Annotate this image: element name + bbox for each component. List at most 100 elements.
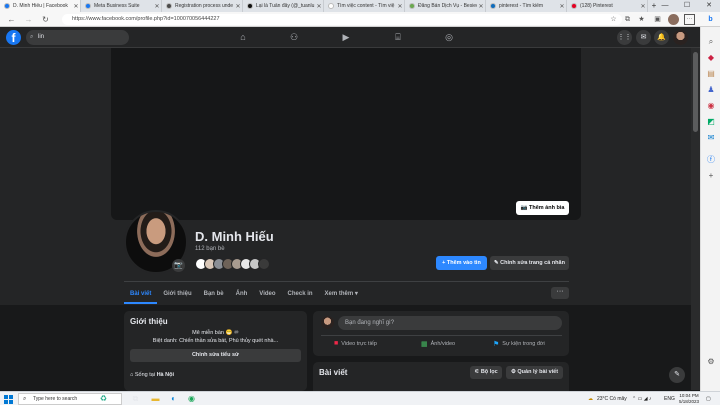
avatar[interactable] [321, 316, 334, 329]
whats-on-your-mind-input[interactable]: Bạn đang nghĩ gì? [338, 316, 562, 330]
tag-icon[interactable]: ◆ [706, 53, 716, 63]
file-explorer-icon[interactable]: ▬ [150, 393, 161, 404]
page-scrollbar[interactable] [691, 48, 700, 390]
notification-icon[interactable]: ▢ [706, 393, 711, 405]
tab-label: (128) Pinterest [580, 3, 613, 9]
tab-close-icon[interactable]: ✕ [477, 3, 485, 10]
browser-tab[interactable]: (128) Pinterest ✕ [567, 0, 648, 12]
more-options-button[interactable]: ··· [551, 287, 569, 299]
profile-tab[interactable]: Giới thiệu [157, 286, 197, 304]
profile-tab[interactable]: Check in [282, 286, 319, 304]
task-view-icon[interactable]: ⧉ [130, 393, 141, 404]
refresh-icon[interactable]: ↻ [40, 14, 51, 25]
browser-tab[interactable]: Lại là Tuấn đây (@_tuanlu ✕ [243, 0, 324, 12]
facebook-icon[interactable]: ⓕ [706, 155, 716, 165]
notifications-icon[interactable]: 🔔 [654, 30, 669, 45]
window-controls: — ☐ ✕ [654, 0, 720, 12]
collections-icon[interactable]: ▣ [652, 14, 663, 25]
groups-icon[interactable]: ◎ [443, 31, 455, 43]
games-icon[interactable]: ◉ [706, 101, 716, 111]
recycle-icon[interactable]: ♻ [98, 393, 109, 404]
friend-avatar[interactable] [258, 258, 270, 270]
tab-close-icon[interactable]: ✕ [558, 3, 566, 10]
tab-label: Đăng Bán Dịch Vụ - Besiec [418, 3, 477, 9]
chrome-icon[interactable]: ◉ [186, 393, 197, 404]
edit-bio-button[interactable]: Chỉnh sửa tiểu sử [130, 349, 301, 362]
live-video-button[interactable]: ■ Video trực tiếp [334, 340, 377, 347]
extensions-icon[interactable]: ⧉ [622, 14, 633, 25]
new-message-icon[interactable]: ✎ [669, 367, 685, 383]
weather-icon[interactable]: ☁ [588, 393, 593, 405]
minimize-icon[interactable]: — [654, 0, 676, 12]
tab-close-icon[interactable]: ✕ [639, 3, 647, 10]
browser-tab-bar: D. Minh Hiếu | Facebook ✕ Meta Business Su… [0, 0, 720, 12]
people-icon[interactable]: ♟ [706, 85, 716, 95]
friend-avatars[interactable] [195, 258, 270, 270]
language-indicator[interactable]: ENG [664, 393, 675, 405]
browser-tab[interactable]: Tìm việc content - Tìm việ ✕ [324, 0, 405, 12]
lives-in: ⌂ Sống tại Hà Nội [130, 372, 174, 378]
maximize-icon[interactable]: ☐ [676, 0, 698, 12]
tab-close-icon[interactable]: ✕ [396, 3, 404, 10]
browser-tab[interactable]: Registration process unde ✕ [162, 0, 243, 12]
profile-tab[interactable]: Bài viết [124, 286, 158, 304]
tab-favicon-icon [4, 3, 10, 9]
browser-tab[interactable]: Meta Business Suite ✕ [81, 0, 162, 12]
tray-icons[interactable]: ⌃ ▭ ◢ ♪ [632, 393, 651, 405]
profile-tab[interactable]: Ảnh [230, 286, 254, 304]
cover-photo[interactable] [111, 48, 581, 220]
clock[interactable]: 10:04 PM 5/18/2023 [676, 393, 702, 405]
browser-tab[interactable]: pinterest - Tìm kiếm ✕ [486, 0, 567, 12]
edge-sidebar: ⌕ ◆ ▤ ♟ ◉ ◩ ✉ ⓕ + ⚙ [700, 27, 720, 391]
add-to-story-button[interactable]: + Thêm vào tin [436, 256, 487, 270]
profile-icon[interactable] [668, 14, 679, 25]
add-cover-photo-button[interactable]: 📷 Thêm ảnh bìa [516, 201, 569, 215]
more-icon[interactable]: ··· [684, 14, 695, 25]
office-icon[interactable]: ◩ [706, 117, 716, 127]
tab-label: Meta Business Suite [94, 3, 140, 9]
watch-icon[interactable]: ▶ [340, 31, 352, 43]
close-icon[interactable]: ✕ [698, 0, 720, 12]
facebook-logo-icon[interactable]: f [6, 30, 21, 45]
filter-button[interactable]: ⚟ Bộ lọc [470, 366, 502, 379]
profile-tab[interactable]: Video [253, 286, 281, 304]
camera-icon[interactable]: 📷 [172, 259, 185, 272]
manage-posts-button[interactable]: ⚙ Quản lý bài viết [506, 366, 563, 379]
marketplace-icon[interactable]: ⌸ [392, 31, 404, 43]
profile-tab[interactable]: Bạn bè [198, 286, 230, 304]
home-icon[interactable]: ⌂ [237, 31, 249, 43]
friends-icon[interactable]: ⚇ [288, 31, 300, 43]
browser-tab[interactable]: D. Minh Hiếu | Facebook ✕ [0, 0, 81, 12]
bing-icon[interactable]: b [705, 14, 716, 25]
windows-start-icon[interactable] [4, 395, 13, 404]
sidebar-settings-icon[interactable]: ⚙ [706, 357, 716, 367]
scrollbar-thumb[interactable] [693, 52, 698, 132]
messenger-icon[interactable]: ✉ [636, 30, 651, 45]
search-icon[interactable]: ⌕ [706, 37, 716, 47]
browser-tab[interactable]: Đăng Bán Dịch Vụ - Besiec ✕ [405, 0, 486, 12]
friends-count[interactable]: 112 bạn bè [195, 246, 225, 252]
favorites-icon[interactable]: ★ [636, 14, 647, 25]
tab-close-icon[interactable]: ✕ [315, 3, 323, 10]
weather-text[interactable]: 23°C Có mây [597, 393, 627, 405]
profile-tab[interactable]: Xem thêm ▾ [319, 286, 364, 304]
edit-profile-button[interactable]: ✎ Chỉnh sửa trang cá nhân [490, 256, 569, 270]
tab-close-icon[interactable]: ✕ [153, 3, 161, 10]
tab-close-icon[interactable]: ✕ [72, 3, 80, 10]
tab-close-icon[interactable]: ✕ [234, 3, 242, 10]
tab-favicon-icon [166, 3, 172, 9]
life-event-button[interactable]: ⚑ Sự kiện trong đời [493, 340, 545, 348]
photo-video-button[interactable]: ▦ Ảnh/video [421, 340, 455, 348]
divider [124, 281, 569, 282]
facebook-search-input[interactable]: ⌕ lin [26, 30, 129, 45]
outlook-icon[interactable]: ✉ [706, 133, 716, 143]
back-icon[interactable]: ← [6, 14, 17, 25]
url-field[interactable]: https://www.facebook.com/profile.php?id=… [62, 14, 622, 25]
add-icon[interactable]: + [706, 171, 716, 181]
forward-icon[interactable]: → [23, 14, 34, 25]
account-avatar[interactable] [673, 30, 688, 45]
briefcase-icon[interactable]: ▤ [706, 69, 716, 79]
star-icon[interactable]: ☆ [608, 14, 619, 25]
edge-icon[interactable]: ◐ [168, 393, 179, 404]
menu-grid-icon[interactable]: ⋮⋮ [617, 30, 632, 45]
